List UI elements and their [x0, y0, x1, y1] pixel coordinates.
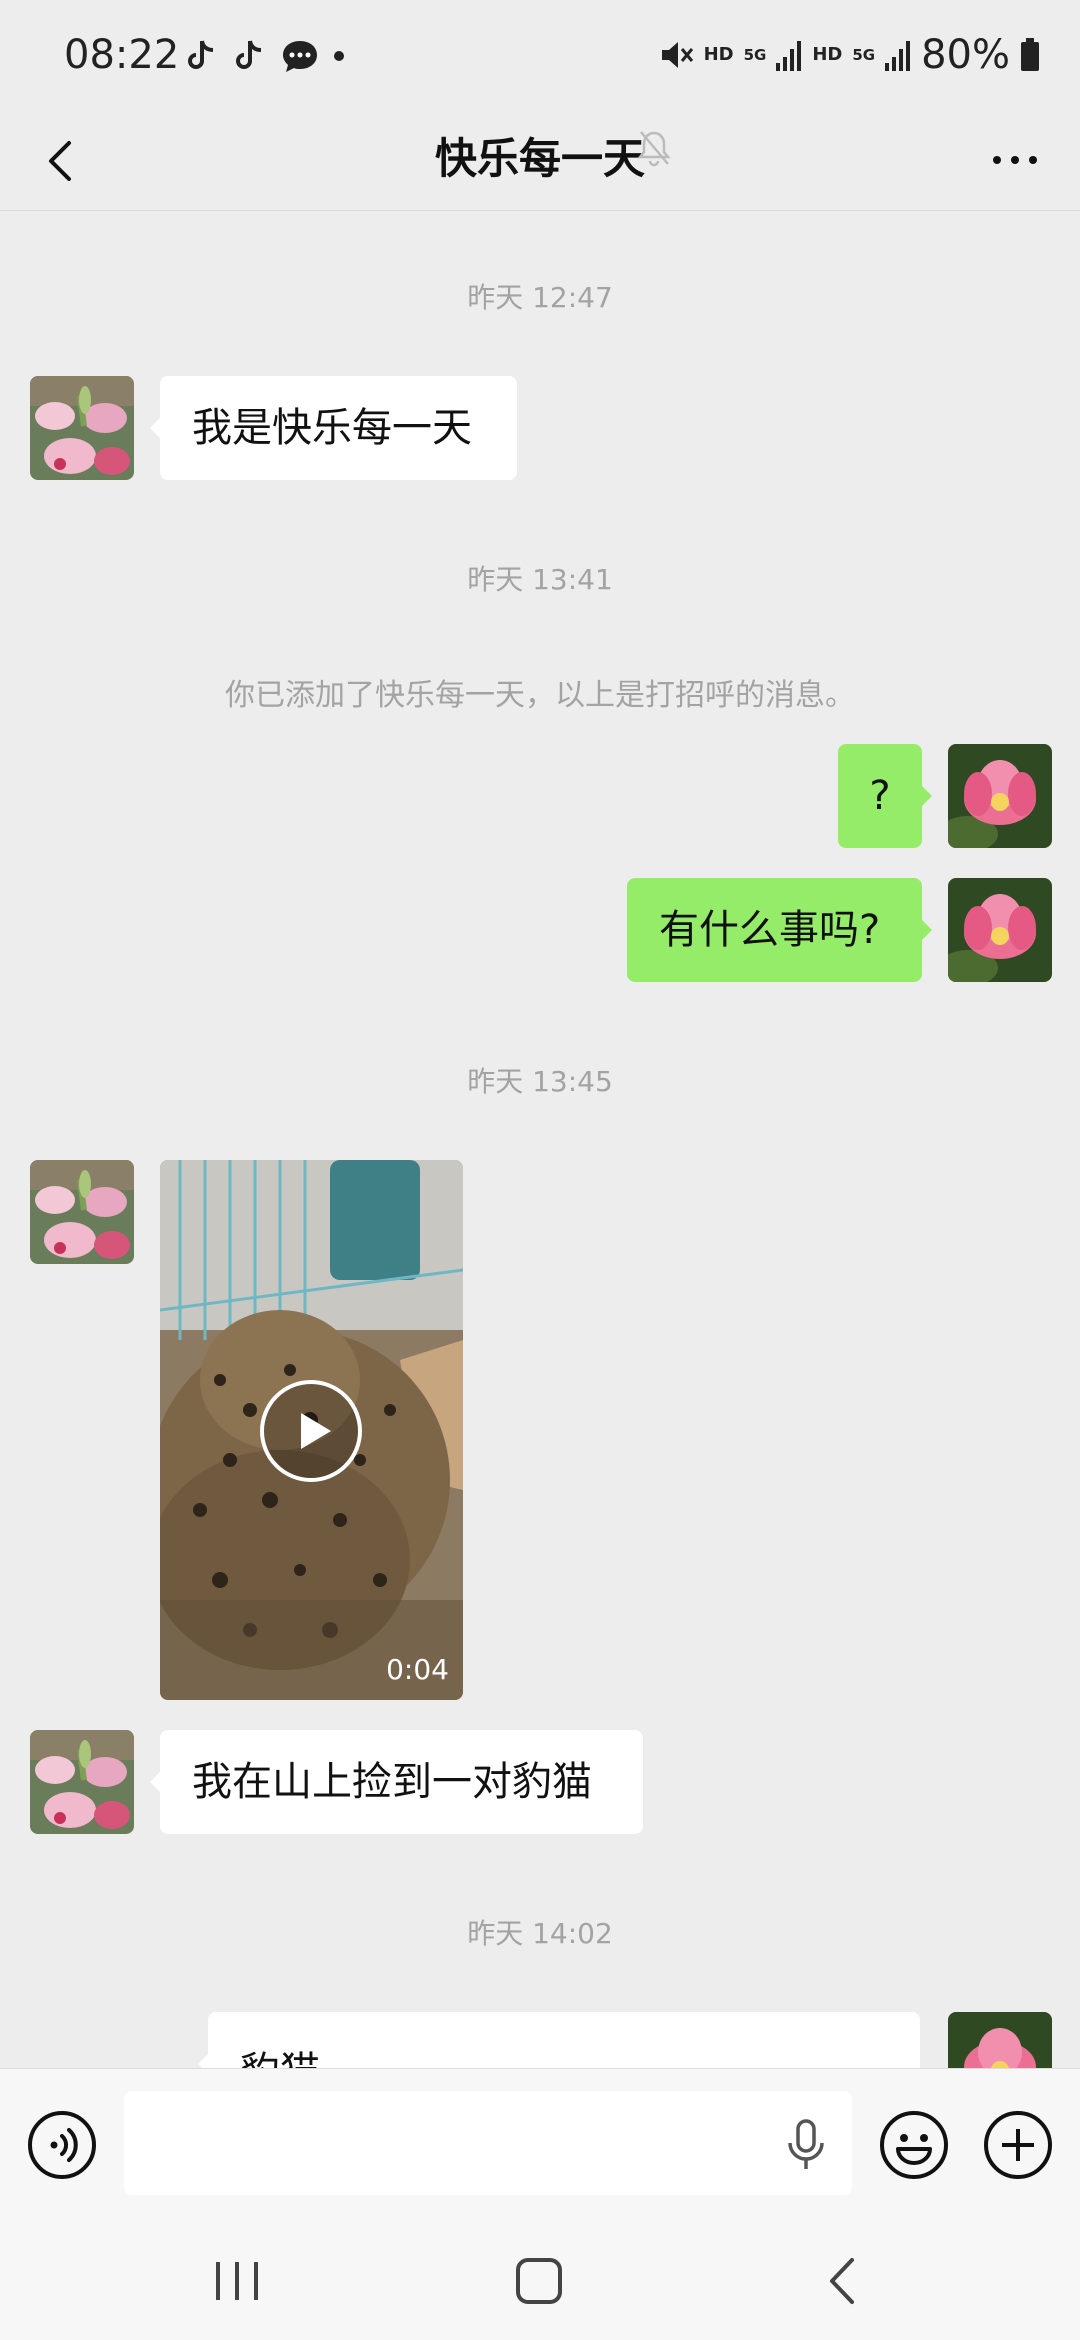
notification-icons	[185, 38, 345, 74]
microphone-icon[interactable]	[782, 2117, 830, 2173]
status-time: 08:22	[64, 32, 180, 78]
dot-icon	[334, 51, 344, 61]
contact-avatar[interactable]	[30, 1160, 134, 1264]
chat-header: 快乐每一天	[0, 115, 1080, 211]
lily-flower-image	[30, 1730, 134, 1834]
video-duration: 0:04	[386, 1653, 449, 1686]
contact-avatar[interactable]	[30, 376, 134, 480]
timestamp: 昨天 13:41	[467, 563, 613, 596]
system-status-icons: HD 5G HD 5G 80%	[658, 32, 1040, 78]
message-input[interactable]	[124, 2091, 852, 2195]
battery-icon	[1021, 38, 1039, 71]
incoming-message[interactable]: 我在山上捡到一对豹猫	[150, 1730, 643, 1834]
message-icon	[283, 41, 317, 72]
network-hd-label-2: HD	[812, 44, 843, 65]
plus-icon[interactable]	[982, 2109, 1054, 2181]
my-avatar[interactable]	[948, 878, 1052, 982]
emoji-icon[interactable]	[878, 2109, 950, 2181]
system-navigation-bar	[0, 2220, 1080, 2340]
tiktok-icon	[188, 40, 214, 69]
more-icon	[993, 156, 1037, 164]
more-button[interactable]	[980, 135, 1050, 185]
outgoing-message[interactable]: ?	[838, 744, 932, 848]
timestamp: 昨天 14:02	[467, 1917, 613, 1950]
play-icon[interactable]	[259, 1379, 363, 1483]
signal-icon-2	[885, 41, 911, 71]
battery-percent: 80%	[921, 32, 1010, 78]
signal-icon	[776, 41, 802, 71]
lily-flower-image	[30, 376, 134, 480]
mute-bell-icon	[637, 131, 671, 167]
home-icon[interactable]	[512, 2254, 566, 2308]
voice-icon[interactable]	[26, 2109, 98, 2181]
mute-icon	[661, 42, 693, 68]
contact-avatar[interactable]	[30, 1730, 134, 1834]
chat-title: 快乐每一天	[434, 134, 645, 183]
lotus-flower-image	[948, 744, 1052, 848]
network-5g-indicator: 5G	[744, 46, 767, 64]
my-avatar[interactable]	[948, 744, 1052, 848]
incoming-message[interactable]: 我是快乐每一天	[150, 376, 517, 480]
timestamp: 昨天 13:45	[467, 1065, 613, 1098]
status-bar: 08:22 HD 5G HD 5G 80%	[0, 0, 1080, 115]
input-bar	[0, 2068, 1080, 2221]
tiktok-icon	[236, 40, 262, 69]
lily-flower-image	[30, 1160, 134, 1264]
system-message: 你已添加了快乐每一天，以上是打招呼的消息。	[225, 678, 855, 713]
network-5g-label: 5G	[743, 46, 767, 64]
outgoing-message[interactable]: 有什么事吗?	[627, 878, 932, 982]
network-5g-label-2: 5G	[852, 46, 876, 64]
recent-apps-icon[interactable]	[210, 2256, 264, 2306]
lotus-flower-image	[948, 878, 1052, 982]
nav-back-icon[interactable]	[820, 2254, 864, 2308]
video-message[interactable]: 0:04	[160, 1160, 463, 1700]
network-hd-label: HD	[703, 44, 734, 65]
timestamp: 昨天 12:47	[467, 281, 613, 314]
